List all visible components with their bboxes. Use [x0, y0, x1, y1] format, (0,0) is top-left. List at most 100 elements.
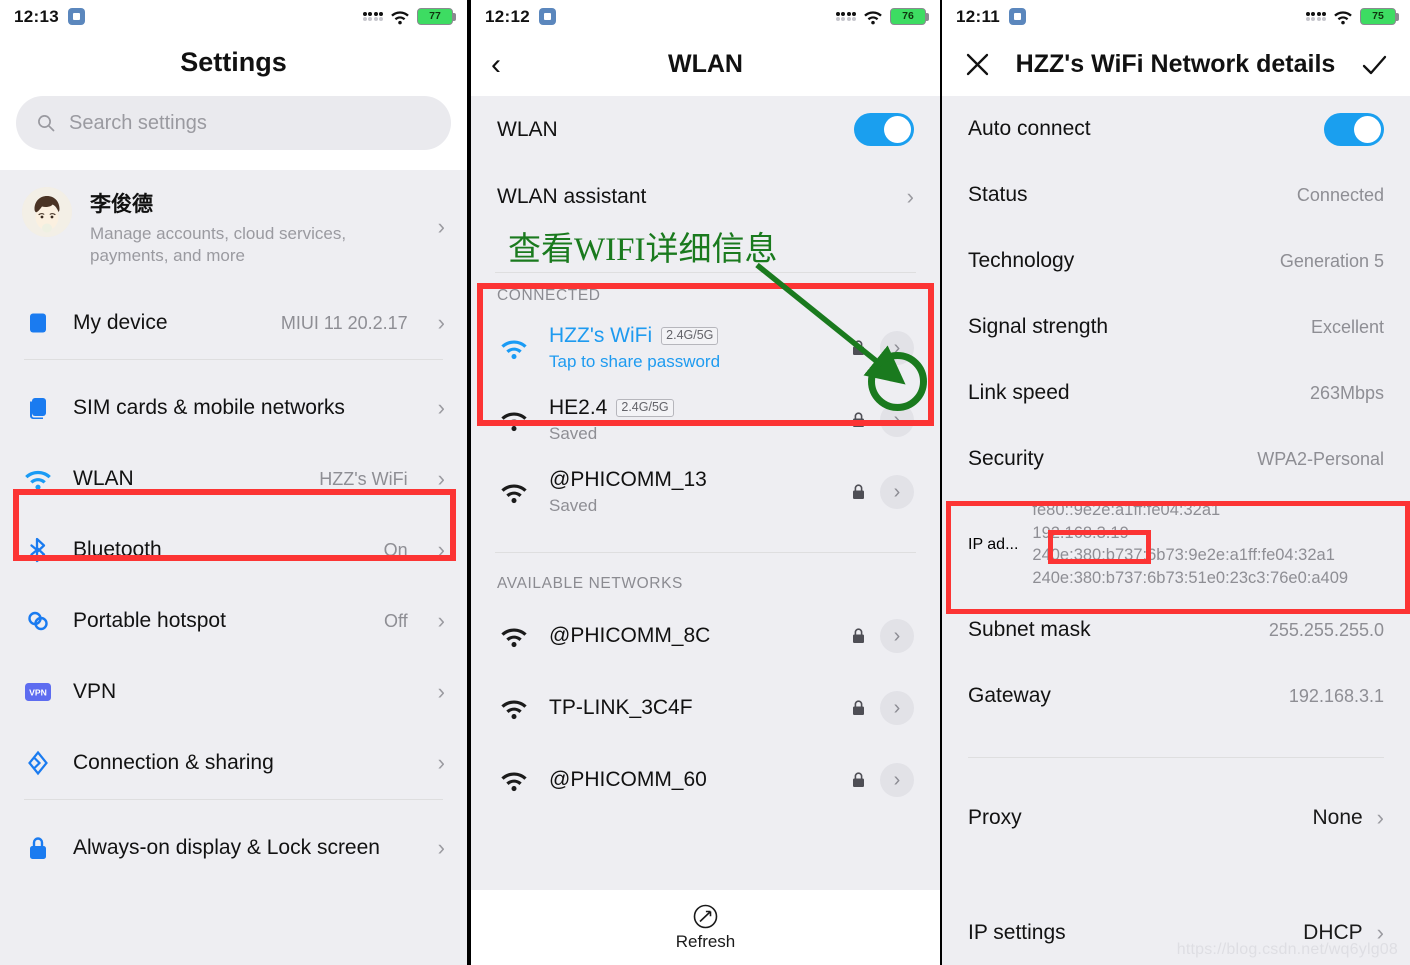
network-details-button[interactable]: ›: [880, 763, 914, 797]
wifi-icon: [497, 769, 531, 792]
detail-value: None: [1312, 806, 1363, 830]
detail-row-security: Security WPA2-Personal: [942, 426, 1410, 492]
sidebar-item-connection-sharing[interactable]: Connection & sharing ›: [0, 728, 467, 799]
ip-address-list: fe80::9e2e:a1ff:fe04:32a1 192.168.3.19 2…: [1032, 500, 1348, 589]
network-row-saved[interactable]: HE2.4 2.4G/5G Saved ›: [471, 384, 940, 456]
sidebar-item-bluetooth[interactable]: Bluetooth On ›: [0, 515, 467, 586]
detail-row-signal-strength: Signal strength Excellent: [942, 294, 1410, 360]
detail-label: Security: [968, 447, 1044, 470]
network-name: @PHICOMM_60: [549, 768, 707, 791]
battery-level: 76: [902, 10, 914, 23]
detail-row-technology: Technology Generation 5: [942, 228, 1410, 294]
network-details-button[interactable]: ›: [880, 619, 914, 653]
sidebar-item-portable-hotspot[interactable]: Portable hotspot Off ›: [0, 586, 467, 657]
sidebar-item-always-on-display[interactable]: Always-on display & Lock screen ›: [0, 813, 467, 884]
network-row-available[interactable]: TP-LINK_3C4F ›: [471, 672, 940, 744]
profile-text: 李俊德 Manage accounts, cloud services, pay…: [90, 187, 420, 268]
back-icon[interactable]: ‹: [491, 49, 501, 80]
sidebar-item-value: HZZ's WiFi: [319, 468, 408, 489]
network-row-available[interactable]: @PHICOMM_60 ›: [471, 744, 940, 816]
status-bar-indicators: 76: [835, 8, 929, 25]
lock-icon: [846, 772, 870, 788]
sidebar-item-label: WLAN: [73, 467, 134, 491]
signal-dots-icon: [1305, 11, 1326, 22]
sidebar-item-label: Portable hotspot: [73, 609, 226, 633]
battery-icon: 76: [890, 8, 929, 25]
wlan-toggle-row[interactable]: WLAN: [471, 96, 940, 163]
ip-address-value-highlighted: 192.168.3.19: [1032, 523, 1129, 542]
detail-value: 263Mbps: [1309, 382, 1384, 403]
detail-label: Technology: [968, 249, 1075, 272]
close-icon[interactable]: [964, 51, 991, 78]
wifi-icon: [22, 467, 53, 491]
battery-level: 75: [1372, 10, 1384, 23]
network-row-available[interactable]: @PHICOMM_8C ›: [471, 600, 940, 672]
network-details-button[interactable]: ›: [880, 331, 914, 365]
chevron-right-icon: ›: [437, 835, 445, 861]
network-name: TP-LINK_3C4F: [549, 696, 693, 719]
network-name: @PHICOMM_13: [549, 468, 707, 491]
chevron-right-icon: ›: [437, 750, 445, 776]
detail-row-status: Status Connected: [942, 162, 1410, 228]
refresh-button[interactable]: Refresh: [471, 890, 940, 965]
chevron-right-icon: ›: [437, 537, 445, 563]
lock-icon: [846, 412, 870, 428]
chevron-right-icon: ›: [437, 214, 445, 240]
search-placeholder: Search settings: [69, 111, 207, 134]
vpn-icon: VPN: [22, 682, 53, 702]
detail-value: WPA2-Personal: [1257, 448, 1384, 469]
detail-row-gateway: Gateway 192.168.3.1: [942, 663, 1410, 729]
wifi-icon: [497, 697, 531, 720]
checkmark-icon[interactable]: [1360, 51, 1388, 79]
screenshot-stage: 12:13 77 Settings Search settings 李俊德 Ma…: [0, 0, 1410, 965]
sidebar-item-label: SIM cards & mobile networks: [73, 396, 345, 420]
avatar: [22, 187, 72, 237]
wlan-assistant-row[interactable]: WLAN assistant ›: [471, 163, 940, 230]
network-details-button[interactable]: ›: [880, 691, 914, 725]
detail-row-proxy[interactable]: Proxy None ›: [942, 758, 1410, 878]
app-notification-icon: [538, 8, 556, 25]
network-name-line: HZZ's WiFi 2.4G/5G: [549, 324, 846, 348]
detail-label: Subnet mask: [968, 618, 1091, 642]
app-notification-icon: [1009, 8, 1027, 25]
network-details-button[interactable]: ›: [880, 403, 914, 437]
network-row-saved[interactable]: @PHICOMM_13 Saved ›: [471, 456, 940, 528]
auto-connect-row[interactable]: Auto connect: [942, 96, 1410, 162]
network-row-connected[interactable]: HZZ's WiFi 2.4G/5G Tap to share password…: [471, 312, 940, 384]
status-bar-details: 12:11 75: [942, 0, 1410, 33]
wlan-toggle-switch[interactable]: [854, 113, 914, 146]
auto-connect-toggle[interactable]: [1324, 112, 1384, 146]
status-bar-settings: 12:13 77: [0, 0, 467, 33]
network-info: HE2.4 2.4G/5G Saved: [531, 396, 846, 444]
sim-icon: [22, 395, 53, 421]
profile-row[interactable]: 李俊德 Manage accounts, cloud services, pay…: [0, 170, 467, 288]
wifi-status-icon: [391, 10, 409, 24]
sidebar-item-my-device[interactable]: My device MIUI 11 20.2.17 ›: [0, 288, 467, 359]
network-subtitle: Tap to share password: [549, 352, 721, 371]
search-input[interactable]: Search settings: [16, 96, 451, 150]
status-bar-indicators: 75: [1305, 8, 1399, 25]
lock-icon: [22, 835, 53, 861]
status-bar-wlan: 12:12 76: [471, 0, 940, 33]
network-details-button[interactable]: ›: [880, 475, 914, 509]
wlan-assistant-label: WLAN assistant: [497, 184, 647, 208]
detail-label: Status: [968, 183, 1028, 206]
list-gap: [0, 799, 467, 813]
chevron-right-icon: ›: [1376, 805, 1384, 831]
network-name-line: HE2.4 2.4G/5G: [549, 396, 846, 420]
detail-value: Excellent: [1310, 316, 1384, 337]
network-details-panel: 12:11 75 HZZ's WiFi Network details Auto…: [942, 0, 1410, 965]
network-band-badge: 2.4G/5G: [661, 327, 719, 345]
profile-name: 李俊德: [90, 193, 153, 216]
wifi-icon: [497, 625, 531, 648]
lock-icon: [846, 340, 870, 356]
network-info: @PHICOMM_8C: [531, 624, 846, 648]
sidebar-item-wlan[interactable]: WLAN HZZ's WiFi ›: [0, 444, 467, 515]
refresh-icon: [693, 904, 718, 929]
network-info: HZZ's WiFi 2.4G/5G Tap to share password: [531, 324, 846, 372]
sidebar-item-value: MIUI 11 20.2.17: [280, 312, 408, 333]
sidebar-item-sim-cards[interactable]: SIM cards & mobile networks ›: [0, 373, 467, 444]
detail-row-ip-addresses: IP ad... fe80::9e2e:a1ff:fe04:32a1 192.1…: [942, 492, 1410, 597]
sidebar-item-vpn[interactable]: VPN VPN ›: [0, 657, 467, 728]
battery-icon: 75: [1360, 8, 1399, 25]
